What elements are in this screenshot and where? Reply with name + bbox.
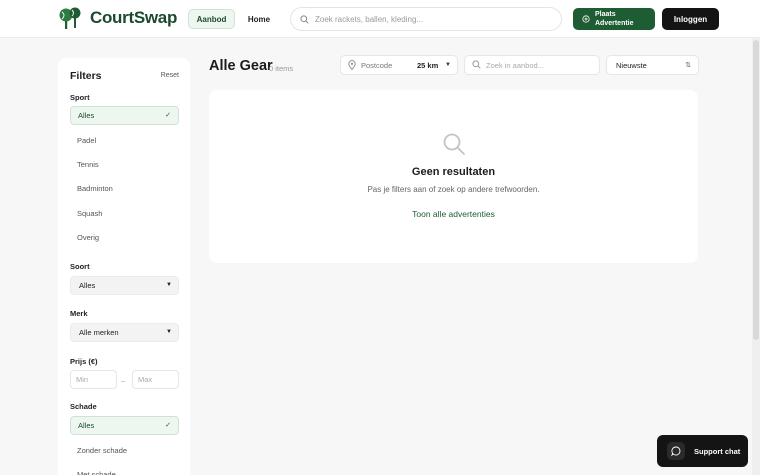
sport-option-tennis[interactable]: Tennis	[70, 155, 179, 174]
schade-option-zonder[interactable]: Zonder schade	[70, 441, 179, 460]
chevron-down-icon: ▼	[445, 62, 451, 68]
empty-state-title: Geen resultaten	[411, 166, 496, 178]
soort-select[interactable]: Alles ▼	[70, 276, 179, 295]
sport-option-badminton[interactable]: Badminton	[70, 179, 179, 198]
listing-search-placeholder: Zoek in aanbod...	[486, 61, 544, 70]
sport-label: Sport	[70, 93, 90, 102]
logo[interactable]: CourtSwap	[58, 6, 177, 30]
check-icon: ✓	[165, 422, 171, 429]
postcode-input[interactable]: Postcode	[361, 61, 392, 70]
login-button[interactable]: Inloggen	[662, 8, 719, 30]
price-separator: –	[121, 376, 126, 385]
sort-value: Nieuwste	[616, 61, 647, 70]
nav-aanbod[interactable]: Aanbod	[188, 9, 235, 29]
items-count: 0 items	[269, 64, 294, 73]
sport-option-squash[interactable]: Squash	[70, 204, 179, 223]
place-ad-label: Plaats Advertentie	[595, 10, 634, 28]
balls-logo-icon	[59, 7, 81, 29]
sport-option-padel[interactable]: Padel	[70, 131, 179, 150]
support-chat-button[interactable]: Support chat	[657, 435, 748, 467]
place-ad-line2: Advertentie	[595, 20, 634, 27]
sport-option-alles[interactable]: Alles ✓	[70, 106, 179, 125]
sort-arrows-icon: ⇅	[685, 62, 691, 69]
merk-select-value: Alle merken	[79, 328, 119, 337]
location-pin-icon	[348, 60, 356, 70]
listing-search[interactable]: Zoek in aanbod...	[464, 55, 600, 75]
show-all-listings-link[interactable]: Toon alle advertenties	[209, 209, 698, 219]
schade-option-met[interactable]: Met schade	[70, 465, 179, 475]
sport-option-label: Alles	[78, 111, 95, 120]
scrollbar-thumb[interactable]	[753, 40, 759, 340]
page-title: Alle Gear	[209, 58, 273, 74]
chat-bubble-icon	[667, 442, 685, 460]
schade-option-alles[interactable]: Alles ✓	[70, 416, 179, 435]
global-search-input[interactable]	[315, 14, 545, 24]
empty-state-subtitle: Pas je filters aan of zoek op andere tre…	[367, 185, 540, 194]
top-header: CourtSwap Aanbod Home PlaatsAdvertentie …	[0, 0, 760, 38]
soort-select-value: Alles	[79, 281, 96, 290]
search-icon	[472, 60, 481, 69]
sport-option-overig[interactable]: Overig	[70, 228, 179, 247]
soort-label: Soort	[70, 262, 90, 271]
schade-label: Schade	[70, 402, 97, 411]
filters-panel: Filters Reset Sport Alles ✓ Padel Tennis…	[58, 58, 190, 475]
prijs-label: Prijs (€)	[70, 357, 98, 366]
support-chat-label: Support chat	[694, 446, 741, 456]
chevron-down-icon: ▼	[166, 282, 172, 288]
search-icon	[300, 14, 309, 24]
merk-label: Merk	[70, 309, 88, 318]
filters-title: Filters	[70, 70, 102, 82]
search-icon	[443, 133, 465, 155]
merk-select[interactable]: Alle merken ▼	[70, 323, 179, 342]
radius-select[interactable]: 25 km	[417, 61, 438, 70]
check-icon: ✓	[165, 112, 171, 119]
price-max-input[interactable]: Max	[132, 370, 179, 389]
filters-reset-button[interactable]: Reset	[161, 72, 179, 79]
nav-home[interactable]: Home	[242, 9, 276, 29]
plus-circle-icon	[582, 15, 590, 23]
empty-state-card: Geen resultaten Pas je filters aan of zo…	[209, 90, 698, 263]
chevron-down-icon: ▼	[166, 329, 172, 335]
brand-name: CourtSwap	[90, 8, 178, 27]
schade-option-label: Alles	[78, 421, 95, 430]
page-scrollbar[interactable]	[752, 38, 760, 475]
location-filter[interactable]: Postcode 25 km ▼	[340, 55, 458, 75]
global-search[interactable]	[290, 7, 562, 31]
place-ad-line1: Plaats	[595, 11, 616, 18]
sort-select[interactable]: Nieuwste ⇅	[606, 55, 699, 75]
place-ad-button[interactable]: Plaats Advertentie	[573, 8, 655, 30]
price-min-input[interactable]: Min	[70, 370, 117, 389]
